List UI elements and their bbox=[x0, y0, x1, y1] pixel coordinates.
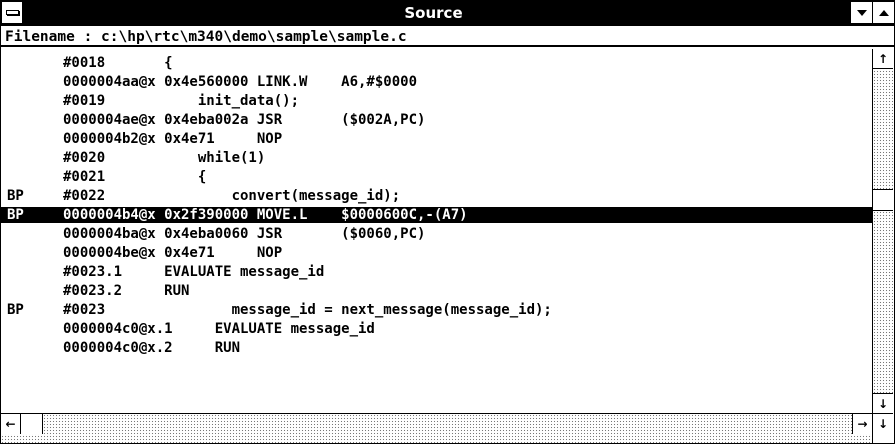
source-line[interactable]: 0000004be@x 0x4e71 NOP bbox=[1, 245, 872, 261]
source-window: Source Filename : c:\hp\rtc\m340\demo\sa… bbox=[0, 0, 895, 444]
source-line-text: #0021 { bbox=[63, 169, 207, 185]
source-line[interactable]: 0000004c0@x.2 RUN bbox=[1, 340, 872, 356]
title-bar[interactable]: Source bbox=[1, 1, 894, 25]
source-line-text: 0000004b2@x 0x4e71 NOP bbox=[63, 131, 283, 147]
source-line[interactable]: #0023.1 EVALUATE message_id bbox=[1, 264, 872, 280]
source-line[interactable]: 0000004b2@x 0x4e71 NOP bbox=[1, 131, 872, 147]
source-line[interactable]: #0023.2 RUN bbox=[1, 283, 872, 299]
source-line-text: 0000004c0@x.1 EVALUATE message_id bbox=[63, 321, 375, 337]
filename-label: Filename : c:\hp\rtc\m340\demo\sample\sa… bbox=[1, 25, 894, 47]
minimize-icon[interactable] bbox=[850, 2, 872, 23]
horizontal-scroll-thumb[interactable] bbox=[21, 414, 43, 434]
vertical-scrollbar[interactable]: ↑ ↓ bbox=[872, 49, 893, 413]
breakpoint-marker: BP bbox=[7, 302, 24, 318]
vertical-scroll-thumb[interactable] bbox=[873, 189, 893, 211]
source-line-text: 0000004be@x 0x4e71 NOP bbox=[63, 245, 283, 261]
source-line-text: 0000004ae@x 0x4eba002a JSR ($002A,PC) bbox=[63, 112, 426, 128]
arrow-down-icon[interactable]: ↓ bbox=[873, 414, 893, 434]
source-line-text: #0023.1 EVALUATE message_id bbox=[63, 264, 325, 280]
source-line-text: #0020 while(1) bbox=[63, 150, 266, 166]
source-line-text: #0019 init_data(); bbox=[63, 93, 300, 109]
arrow-up-icon[interactable]: ↑ bbox=[873, 49, 893, 69]
scroll-corner: ↓ bbox=[872, 413, 893, 443]
system-menu-icon[interactable] bbox=[2, 2, 23, 23]
arrow-left-icon[interactable]: ← bbox=[1, 414, 21, 434]
source-line-text: 0000004c0@x.2 RUN bbox=[63, 340, 241, 356]
breakpoint-marker: BP bbox=[7, 207, 24, 223]
source-line-text: #0023.2 RUN bbox=[63, 283, 190, 299]
source-line-text: 0000004b4@x 0x2f390000 MOVE.L $0000600C,… bbox=[63, 207, 468, 223]
source-line-text: 0000004aa@x 0x4e560000 LINK.W A6,#$0000 bbox=[63, 74, 418, 90]
source-line-text: #0022 convert(message_id); bbox=[63, 188, 401, 204]
arrow-down-icon[interactable]: ↓ bbox=[873, 393, 893, 413]
source-line[interactable]: #0020 while(1) bbox=[1, 150, 872, 166]
source-line[interactable]: BP #0022 convert(message_id); bbox=[1, 188, 872, 204]
source-line-text: #0023 message_id = next_message(message_… bbox=[63, 302, 552, 318]
source-line[interactable]: 0000004ae@x 0x4eba002a JSR ($002A,PC) bbox=[1, 112, 872, 128]
window-title: Source bbox=[404, 4, 463, 22]
horizontal-scrollbar[interactable]: ← → bbox=[1, 413, 872, 443]
maximize-icon[interactable] bbox=[872, 2, 894, 23]
source-line[interactable]: #0019 init_data(); bbox=[1, 93, 872, 109]
source-line-text: #0018 { bbox=[63, 55, 173, 71]
source-line[interactable]: #0021 { bbox=[1, 169, 872, 185]
source-line[interactable]: 0000004aa@x 0x4e560000 LINK.W A6,#$0000 bbox=[1, 74, 872, 90]
breakpoint-marker: BP bbox=[7, 188, 24, 204]
source-listing[interactable]: #0018 { 0000004aa@x 0x4e560000 LINK.W A6,… bbox=[1, 49, 872, 413]
source-line-current[interactable]: BP 0000004b4@x 0x2f390000 MOVE.L $0000600… bbox=[1, 207, 872, 223]
source-line[interactable]: BP #0023 message_id = next_message(messag… bbox=[1, 302, 872, 318]
source-line[interactable]: 0000004c0@x.1 EVALUATE message_id bbox=[1, 321, 872, 337]
source-line[interactable]: #0018 { bbox=[1, 55, 872, 71]
arrow-right-icon[interactable]: → bbox=[852, 414, 872, 434]
source-line-text: 0000004ba@x 0x4eba0060 JSR ($0060,PC) bbox=[63, 226, 426, 242]
source-line[interactable]: 0000004ba@x 0x4eba0060 JSR ($0060,PC) bbox=[1, 226, 872, 242]
